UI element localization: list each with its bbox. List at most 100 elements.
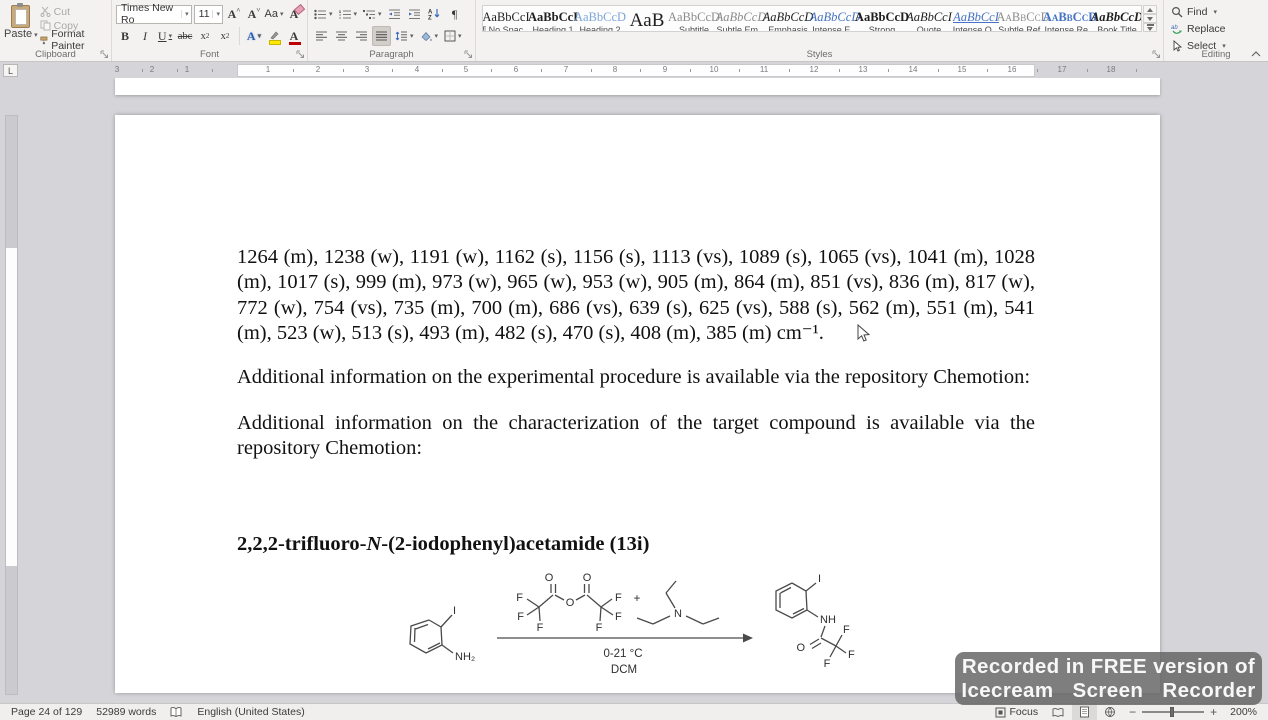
- web-layout-button[interactable]: [1097, 704, 1123, 720]
- document-page[interactable]: 1264 (m), 1238 (w), 1191 (w), 1162 (s), …: [115, 115, 1160, 693]
- zoom-level[interactable]: 200%: [1223, 704, 1264, 720]
- style-preview: AaBbCcI: [953, 10, 999, 24]
- zoom-slider[interactable]: − +: [1123, 705, 1223, 719]
- style-emphasis[interactable]: AaBbCcD Emphasis: [763, 6, 814, 31]
- ruler-tick: [1136, 69, 1137, 72]
- font-name-combo[interactable]: Times New Ro ▾: [116, 2, 192, 26]
- compound-heading[interactable]: 2,2,2-trifluoro-N-(2-iodophenyl)acetamid…: [237, 532, 1035, 557]
- font-dialog-launcher[interactable]: [296, 50, 305, 59]
- print-layout-button[interactable]: [1072, 703, 1098, 720]
- ruler-row: L 3 2 1 1 2 3 4 5 6 7 8 9 10 11 12 13 14 15 16 17 18: [0, 63, 1268, 78]
- bullets-button[interactable]: [312, 4, 335, 24]
- style-strong[interactable]: AaBbCcD Strong: [855, 6, 909, 31]
- clear-formatting-button[interactable]: A: [285, 4, 303, 24]
- superscript-button[interactable]: x2: [216, 26, 234, 46]
- ruler-tick: [888, 69, 889, 72]
- cut-icon: [40, 6, 51, 17]
- styles-more-button[interactable]: [1143, 23, 1157, 32]
- text-effects-button[interactable]: A: [245, 26, 263, 46]
- shading-button[interactable]: [418, 26, 441, 46]
- increase-indent-button[interactable]: [406, 4, 424, 24]
- style-intense-emphasis[interactable]: AaBbCcD Intense E...: [810, 6, 861, 31]
- style-intense-reference[interactable]: AaBbCcD Intense Re...: [1043, 6, 1097, 31]
- collapse-ribbon-icon[interactable]: [1250, 50, 1262, 58]
- style-subtle-reference[interactable]: AaBbCcD Subtle Ref...: [996, 6, 1049, 31]
- underline-button[interactable]: U: [156, 26, 174, 46]
- styles-scroll-down-button[interactable]: [1143, 14, 1157, 23]
- subscript-button[interactable]: x2: [196, 26, 214, 46]
- shrink-font-button[interactable]: A ˅: [245, 4, 263, 24]
- cut-button[interactable]: Cut: [38, 5, 107, 18]
- format-painter-button[interactable]: Format Painter: [38, 28, 107, 52]
- paragraph-dialog-launcher[interactable]: [464, 50, 473, 59]
- style-no-spacing[interactable]: AaBbCcI ¶ No Spac...: [482, 6, 531, 31]
- borders-button[interactable]: [442, 26, 464, 46]
- italic-button[interactable]: I: [136, 26, 154, 46]
- font-color-button[interactable]: A: [285, 26, 303, 46]
- style-subtle-emphasis[interactable]: AaBbCcD Subtle Em...: [716, 6, 767, 31]
- style-title[interactable]: AaBTitle: [624, 6, 671, 31]
- highlight-color-button[interactable]: [265, 26, 283, 46]
- line-spacing-button[interactable]: [393, 26, 416, 46]
- style-quote[interactable]: AaBbCcI Quote: [906, 6, 953, 31]
- vertical-ruler-text-area: [6, 248, 17, 566]
- copy-button[interactable]: Copy: [38, 19, 107, 32]
- heading-part: -(2-iodophenyl)acetamide (13i): [381, 532, 650, 555]
- read-mode-button[interactable]: [1045, 704, 1072, 720]
- paragraph-procedure-info[interactable]: Additional information on the experiment…: [237, 365, 1035, 390]
- zoom-out-icon[interactable]: −: [1129, 705, 1136, 719]
- proofing-status[interactable]: [163, 704, 190, 720]
- condition-solvent: DCM: [611, 664, 637, 676]
- decrease-indent-button[interactable]: [386, 4, 404, 24]
- ruler-tick: [442, 69, 443, 72]
- paste-button[interactable]: Paste: [4, 2, 38, 47]
- word-count[interactable]: 52989 words: [89, 704, 163, 720]
- watermark-line-2: Icecream Screen Recorder: [961, 678, 1256, 702]
- style-intense-quote[interactable]: AaBbCcI Intense Q...: [953, 6, 1000, 31]
- pilcrow-label: ¶: [451, 6, 458, 21]
- vertical-ruler[interactable]: [5, 115, 18, 695]
- underline-label: U: [157, 28, 167, 43]
- mouse-cursor: [857, 324, 870, 342]
- strikethrough-button[interactable]: abc: [176, 26, 194, 46]
- page-indicator[interactable]: Page 24 of 129: [4, 704, 89, 720]
- align-left-button[interactable]: [312, 26, 330, 46]
- sort-button[interactable]: AZ: [426, 4, 444, 24]
- style-preview: AaBbCcI: [482, 10, 530, 24]
- justify-button[interactable]: [372, 26, 391, 46]
- style-book-title[interactable]: AaBbCcD Book Title: [1091, 6, 1141, 31]
- focus-button[interactable]: Focus: [988, 704, 1046, 720]
- styles-dialog-launcher[interactable]: [1152, 50, 1161, 59]
- font-size-combo[interactable]: 11 ▾: [193, 4, 223, 24]
- replace-button[interactable]: ab Replace: [1168, 20, 1264, 37]
- zoom-track[interactable]: [1142, 707, 1205, 718]
- web-layout-icon: [1105, 707, 1116, 717]
- language-indicator[interactable]: English (United States): [190, 704, 311, 720]
- reaction-scheme-image[interactable]: I NH₂ O F F F O O F F F + N 0-21 °C DCM …: [397, 567, 1035, 695]
- style-heading-1[interactable]: AaBbCcI Heading 1: [528, 6, 578, 31]
- style-subtitle[interactable]: AaBbCcD Subtitle: [668, 6, 720, 31]
- clipboard-dialog-launcher[interactable]: [100, 50, 109, 59]
- align-right-button[interactable]: [352, 26, 370, 46]
- show-marks-button[interactable]: ¶: [446, 4, 464, 24]
- align-center-button[interactable]: [332, 26, 350, 46]
- find-button[interactable]: Find: [1168, 3, 1264, 20]
- previous-page-bottom[interactable]: [115, 78, 1160, 95]
- paragraph-characterization-info[interactable]: Additional information on the characteri…: [237, 411, 1035, 462]
- numbering-button[interactable]: [337, 4, 360, 24]
- zoom-thumb[interactable]: [1170, 707, 1175, 718]
- change-case-button[interactable]: Aa: [265, 4, 283, 24]
- multilevel-list-button[interactable]: [361, 4, 384, 24]
- replace-icon: ab: [1171, 25, 1182, 34]
- ribbon: Paste Cut Copy Format Painter Clipboard …: [0, 0, 1268, 62]
- atom-label-fluorine: F: [516, 592, 523, 604]
- ruler-tick: [392, 69, 393, 72]
- bold-button[interactable]: B: [116, 26, 134, 46]
- grow-font-button[interactable]: A ˄: [225, 4, 243, 24]
- zoom-in-icon[interactable]: +: [1210, 705, 1217, 719]
- atom-label-amine: NH₂: [455, 651, 475, 663]
- horizontal-ruler[interactable]: 3 2 1 1 2 3 4 5 6 7 8 9 10 11 12 13 14 15 16 17 18: [0, 64, 1268, 77]
- paragraph-ir-data[interactable]: 1264 (m), 1238 (w), 1191 (w), 1162 (s), …: [237, 245, 1035, 347]
- styles-scroll-up-button[interactable]: [1143, 5, 1157, 14]
- style-heading-2[interactable]: AaBbCcD Heading 2: [574, 6, 626, 31]
